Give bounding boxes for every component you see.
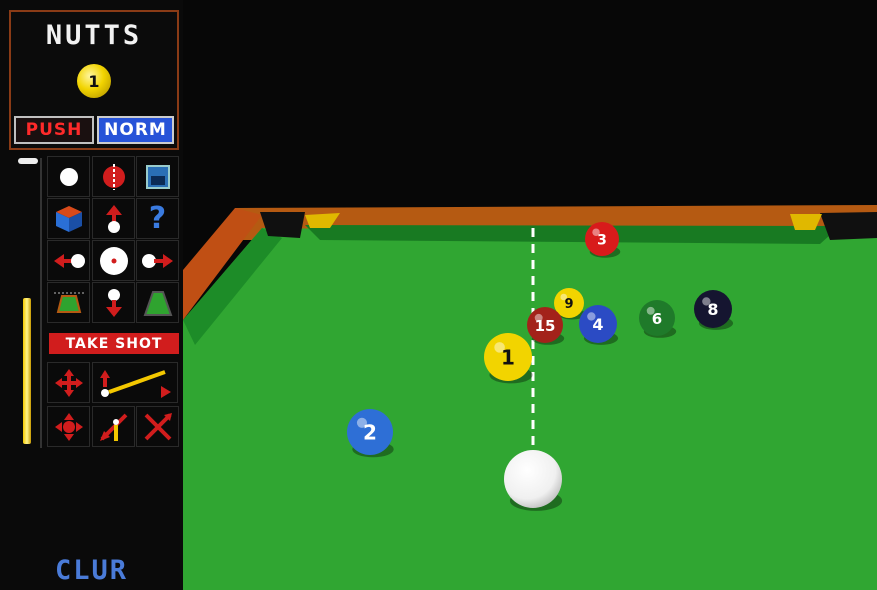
view-cube-icon [55,205,82,232]
control-panel: NUTTS 1 PUSH NORM ? TAKE SHOT CLUR [0,0,183,590]
aim-right-icon [141,253,173,268]
center-hit-icon [99,246,128,275]
pocket-aim-icon [99,413,127,441]
move-up-button[interactable] [92,198,135,239]
ball-number: 9 [564,297,573,312]
ball-number: 2 [363,420,377,444]
zoom-move-icon [54,412,83,441]
felt [183,228,877,590]
perspective-button[interactable] [136,282,179,323]
pocket-far-right [820,212,877,240]
move-down-button[interactable] [92,282,135,323]
ball-1: 1 [484,333,533,384]
aim-left-button[interactable] [47,240,90,281]
cue-control-grid [47,362,180,448]
normal-shot-button[interactable]: NORM [97,116,174,144]
push-shot-button[interactable]: PUSH [14,116,94,144]
move-down-icon [105,288,122,317]
spin-icon [102,163,125,190]
view-cube-button[interactable] [47,198,90,239]
move-up-icon [105,204,122,233]
camera-control-grid: ? [47,156,180,324]
cue-swap-button[interactable] [136,406,179,447]
game-screen: { "player": { "name": "NUTTS", "target_b… [0,0,877,590]
player-info-box: NUTTS 1 PUSH NORM [9,10,179,150]
ball-number: 8 [707,300,718,319]
table-view-icon [53,292,84,313]
ball-2: 2 [347,409,394,458]
pocket-aim-button[interactable] [92,406,135,447]
help-button[interactable]: ? [136,198,179,239]
zoom-move-button[interactable] [47,406,90,447]
cue-ball-button[interactable] [47,156,90,197]
aim-left-icon [53,253,85,268]
footer-label: CLUR [54,555,129,586]
save-disk-icon [145,164,170,189]
perspective-icon [143,290,172,316]
ball-number: 6 [652,310,662,328]
pool-table-view[interactable]: 3 9 15 4 6 8 1 2 [183,0,877,590]
target-ball-number: 1 [88,71,100,91]
cue-swap-icon [144,412,172,440]
rotate-move-icon [54,368,83,397]
help-icon: ? [148,201,167,236]
target-ball-indicator: 1 [77,64,111,98]
ball-number: 15 [535,317,556,335]
cue-angle-button[interactable] [92,362,178,403]
cue-angle-icon [100,369,171,398]
cue-ball[interactable] [504,450,563,511]
spin-button[interactable] [92,156,135,197]
center-hit-button[interactable] [92,240,135,281]
player-name: NUTTS [45,20,143,51]
ball-body [504,450,562,508]
ball-number: 4 [592,315,603,334]
cue-ball-icon [59,167,78,186]
ball-number: 1 [501,346,515,370]
rotate-move-button[interactable] [47,362,90,403]
ball-number: 3 [597,232,607,248]
table-view-button[interactable] [47,282,90,323]
save-button[interactable] [136,156,179,197]
power-level-bar[interactable] [23,298,31,444]
take-shot-button[interactable]: TAKE SHOT [49,333,179,354]
aim-right-button[interactable] [136,240,179,281]
power-meter-cue-tip [18,158,38,164]
